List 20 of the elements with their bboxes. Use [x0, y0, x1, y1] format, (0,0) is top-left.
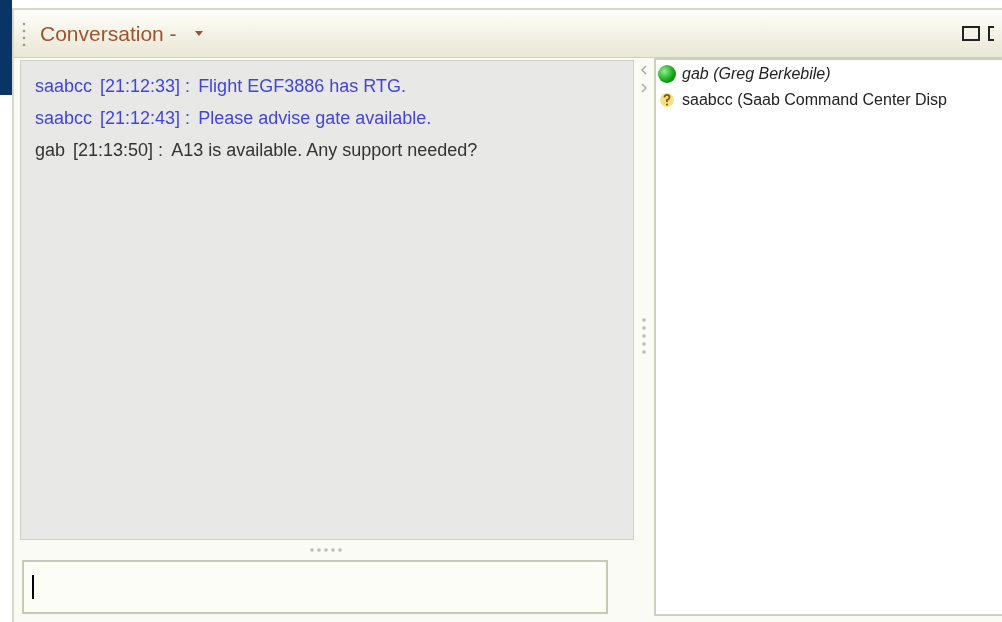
question-status-icon [658, 91, 676, 109]
message-sender: saabcc [35, 75, 93, 98]
view-title: Conversation - [40, 20, 177, 47]
message-input[interactable] [22, 560, 608, 614]
splitter-handle-icon[interactable] [310, 548, 344, 552]
message-sender: saabcc [35, 107, 93, 130]
splitter-handle-icon[interactable] [642, 316, 646, 356]
maximize-icon[interactable] [962, 25, 980, 42]
grip-icon [22, 20, 26, 47]
dropdown-caret-icon[interactable] [194, 31, 203, 36]
message-text: Please advise gate available. [198, 107, 432, 130]
message-time: [21:12:43] : [100, 107, 191, 130]
participant-item[interactable]: gab (Greg Berkebile) [658, 62, 1002, 86]
message-text: Flight EGF3886 has RTG. [198, 75, 406, 98]
message-time: [21:12:33] : [100, 75, 191, 98]
message-time: [21:13:50] : [73, 139, 164, 162]
participant-item[interactable]: saabcc (Saab Command Center Disp [658, 88, 1002, 112]
online-status-icon [658, 65, 676, 83]
message-sender: gab [35, 139, 66, 162]
message-text: A13 is available. Any support needed? [171, 139, 478, 162]
